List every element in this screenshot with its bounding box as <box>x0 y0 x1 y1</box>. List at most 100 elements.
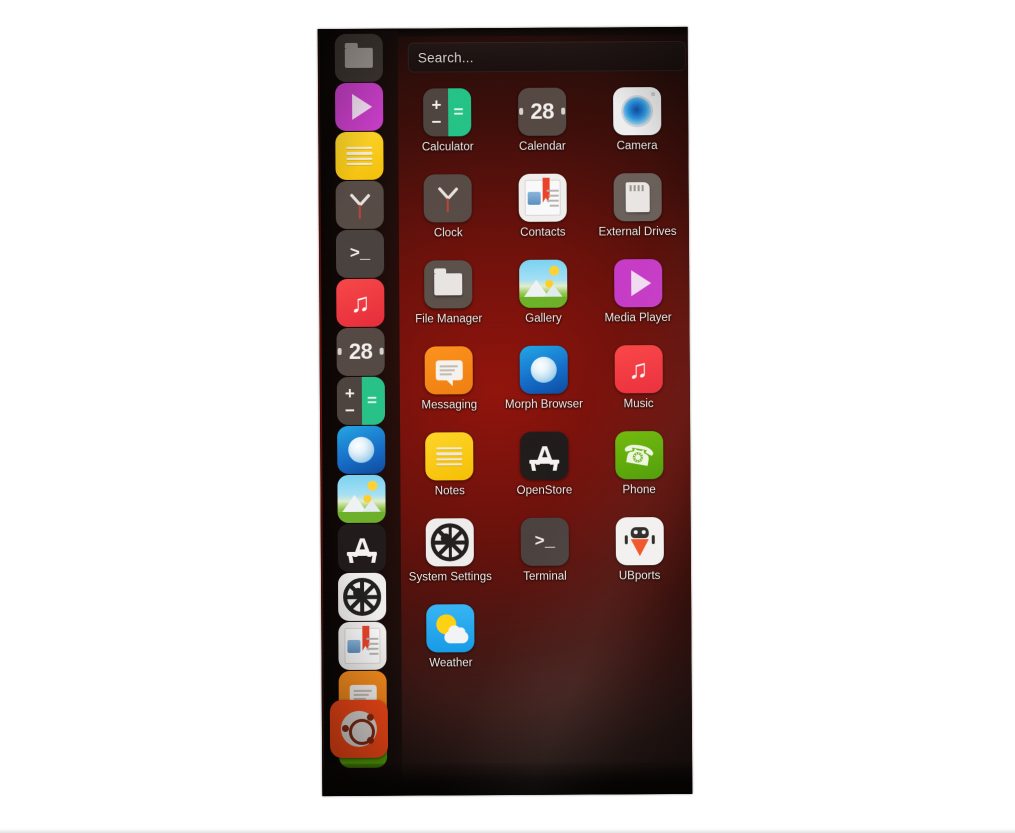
page-bottom-divider <box>0 827 1015 833</box>
app-cell[interactable]: Clock <box>401 170 496 251</box>
camera-lens <box>622 97 651 126</box>
calendar-day-number: 28 <box>530 98 554 124</box>
app-label: Terminal <box>523 570 567 583</box>
ubports-robot <box>630 526 649 556</box>
contact-card-icon[interactable] <box>518 173 567 222</box>
app-cell[interactable]: External Drives <box>590 169 685 250</box>
handset-icon[interactable]: ☎ <box>614 431 664 480</box>
app-cell[interactable]: Gallery <box>496 255 591 336</box>
launcher-item-notes[interactable] <box>335 131 384 181</box>
app-cell[interactable]: Morph Browser <box>496 341 591 422</box>
app-cell[interactable]: Camera <box>589 83 684 164</box>
contact-line <box>546 189 559 192</box>
launcher-item-terminal[interactable]: >_ <box>335 229 385 279</box>
app-cell[interactable]: UBports <box>592 513 687 594</box>
app-cell[interactable]: Messaging <box>402 342 497 423</box>
app-label: UBports <box>618 570 661 583</box>
sd-card-icon[interactable] <box>613 173 662 222</box>
app-label: Music <box>623 398 654 411</box>
launcher-item-music[interactable]: ♫ <box>336 278 385 328</box>
note-line <box>346 162 373 165</box>
globe-icon[interactable] <box>519 345 568 394</box>
ubports-body <box>630 538 649 556</box>
play-triangle <box>630 270 651 297</box>
note-line <box>436 462 463 466</box>
launcher-item-system-settings[interactable] <box>337 572 387 622</box>
weather-cloud <box>444 631 469 644</box>
launcher-item-openstore[interactable]: A <box>337 523 386 573</box>
launcher-bar[interactable]: >_♫28+−=A☎ <box>319 30 403 797</box>
app-cell[interactable]: File Manager <box>401 256 496 337</box>
launcher-item-morph-browser[interactable] <box>337 425 386 475</box>
contact-line <box>369 652 379 655</box>
note-line <box>346 157 373 160</box>
contact-photo <box>347 639 361 653</box>
gallery-sun <box>549 265 560 276</box>
launcher-ubuntu-button[interactable] <box>329 699 390 762</box>
app-cell[interactable]: ♫ Music <box>591 341 686 422</box>
launcher-item-media-player[interactable] <box>334 82 384 132</box>
app-cell[interactable]: Media Player <box>590 255 685 336</box>
notes-lines-icon[interactable] <box>425 432 474 481</box>
terminal-prompt-icon[interactable]: >_ <box>520 517 569 566</box>
launcher-item-contacts[interactable] <box>338 621 387 671</box>
camera-flash <box>650 92 655 97</box>
app-label: Notes <box>434 485 465 498</box>
clock-icon[interactable] <box>423 174 473 223</box>
gallery-sun <box>367 480 378 491</box>
notes-lines <box>346 144 373 168</box>
app-cell[interactable]: 28 Calendar <box>495 83 590 164</box>
calendar-day-number: 28 <box>348 338 373 364</box>
app-cell[interactable]: Notes <box>402 428 497 509</box>
ubuntu-circle-of-friends-icon[interactable] <box>329 699 389 759</box>
gallery-ground <box>337 511 386 524</box>
calendar-28-icon[interactable]: 28 <box>518 87 567 136</box>
speech-bubble-icon[interactable] <box>424 346 474 395</box>
app-cell[interactable]: >_ Terminal <box>497 513 592 594</box>
openstore-letter-a: A <box>352 532 372 563</box>
openstore-a-icon[interactable]: A <box>520 431 569 480</box>
app-cell[interactable]: ☎ Phone <box>591 427 686 508</box>
bubble-line <box>353 689 372 692</box>
launcher-item-calculator[interactable]: + − = <box>336 376 386 426</box>
photo-landscape-icon[interactable] <box>519 259 568 308</box>
terminal-prompt-glyph: >_ <box>349 244 371 264</box>
launcher-item-gallery[interactable] <box>337 474 386 524</box>
search-input[interactable]: Search... <box>407 40 686 73</box>
gear-icon[interactable] <box>425 518 475 567</box>
app-label: Phone <box>622 484 656 497</box>
handset-glyph: ☎ <box>620 437 658 473</box>
sun-cloud-icon[interactable] <box>426 604 475 653</box>
ubuntu-dot-bottom-right <box>366 736 375 744</box>
ubports-robot-icon[interactable] <box>615 517 664 566</box>
play-triangle-icon[interactable] <box>613 259 663 308</box>
note-line <box>436 447 463 450</box>
music-note-glyph: ♫ <box>628 353 649 384</box>
app-cell[interactable]: A OpenStore <box>497 427 592 508</box>
launcher-item-clock[interactable] <box>335 180 384 230</box>
note-line <box>436 452 463 455</box>
contact-line <box>366 637 379 640</box>
globe-shape <box>530 356 557 383</box>
clock-hand-right <box>359 193 371 206</box>
app-cell[interactable]: Contacts <box>495 169 590 250</box>
launcher-item-file-manager[interactable] <box>334 33 383 83</box>
clock-hand-second <box>447 198 450 213</box>
calculator-icon[interactable]: + − = <box>423 88 472 137</box>
camera-lens-icon[interactable] <box>612 87 661 136</box>
calculator-minus-glyph: − <box>344 400 355 420</box>
notes-lines <box>436 444 463 468</box>
app-label: Calculator <box>421 141 474 154</box>
music-note-icon[interactable]: ♫ <box>614 345 663 394</box>
app-cell[interactable]: Weather <box>403 600 498 681</box>
ubports-head <box>630 526 649 538</box>
openstore-letter-a: A <box>534 440 554 471</box>
openstore-leg-right <box>553 462 559 471</box>
folder-icon[interactable] <box>424 260 473 309</box>
sd-card-body <box>625 182 650 213</box>
contact-line <box>549 204 559 207</box>
launcher-item-calendar[interactable]: 28 <box>336 327 385 377</box>
calculator-plus-glyph: + <box>344 383 355 403</box>
app-cell[interactable]: System Settings <box>403 514 498 595</box>
app-cell[interactable]: + − = Calculator <box>400 84 495 165</box>
